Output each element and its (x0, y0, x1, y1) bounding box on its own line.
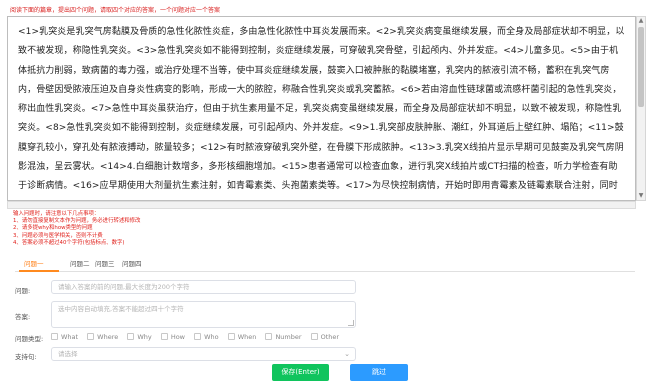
checkbox-icon (127, 333, 135, 340)
support-select-placeholder: 请选择 (58, 350, 78, 358)
checkbox-icon (87, 333, 95, 340)
type-option-number[interactable]: Number (265, 333, 302, 341)
question-label: 问题: (15, 287, 31, 295)
scroll-thumb[interactable] (638, 27, 644, 107)
answer-textarea[interactable]: 选中内容自动填充,答案不能超过四十个字符 (51, 301, 356, 328)
type-option-what[interactable]: What (51, 333, 78, 341)
type-option-other[interactable]: Other (310, 333, 339, 341)
answer-label: 答案: (15, 313, 31, 321)
checkbox-icon (194, 333, 202, 340)
type-option-when[interactable]: When (227, 333, 256, 341)
note-item: 4、答案必须不超过40个字符(包括标点、数字) (13, 239, 125, 246)
skip-button[interactable]: 跳过 (350, 364, 408, 381)
note-item: 3、问题必须与医学相关，否则不计费 (13, 232, 103, 239)
type-option-why[interactable]: Why (127, 333, 152, 341)
checkbox-icon (265, 333, 273, 340)
tab-question-1[interactable]: 问题一 (24, 258, 44, 268)
passage-vertical-scrollbar[interactable]: ▲ ▼ (636, 16, 646, 201)
tab-question-4[interactable]: 问题四 (122, 258, 142, 268)
checkbox-icon (51, 333, 58, 340)
tab-question-2[interactable]: 问题二 (70, 258, 90, 268)
save-button[interactable]: 保存(Enter) (272, 364, 329, 381)
answer-placeholder: 选中内容自动填充,答案不能超过四十个字符 (58, 305, 184, 313)
type-option-who[interactable]: Who (194, 333, 219, 341)
instruction-text: 阅读下面的篇章，提出四个问题，请取四个对应的答案，一个问题对应一个答案 (10, 7, 221, 14)
checkbox-icon (227, 333, 235, 340)
support-sentence-select[interactable]: 请选择 ⌄ (51, 347, 356, 361)
type-option-how[interactable]: How (160, 333, 185, 341)
question-type-group: What Where Why How Who When Number Other (51, 333, 346, 341)
passage-horizontal-scrollbar[interactable] (7, 201, 636, 209)
type-option-where[interactable]: Where (87, 333, 118, 341)
question-type-label: 问题类型: (15, 335, 44, 343)
chevron-down-icon: ⌄ (344, 350, 350, 358)
notes-block: 输入问题时，请注意以下几点事项： 1、请勿直接复制文本作为问题，务必进行转述和修… (13, 211, 140, 247)
question-tabs: 问题一 问题二 问题三 问题四 (15, 258, 635, 272)
scroll-down-icon[interactable]: ▼ (637, 192, 645, 200)
support-sentence-label: 支持句: (15, 353, 37, 361)
passage-text: <1>乳突炎是乳突气房黏膜及骨质的急性化脓性炎症，多由急性化脓性中耳炎发展而来。… (7, 16, 636, 201)
resize-grip-icon[interactable] (348, 320, 354, 326)
note-item: 2、请多提why和how类型的问题 (13, 225, 93, 232)
tab-question-3[interactable]: 问题三 (95, 258, 115, 268)
question-input[interactable]: 请输入答案的前的问题,最大长度为200个字符 (51, 280, 356, 294)
scroll-up-icon[interactable]: ▲ (637, 17, 645, 25)
checkbox-icon (310, 333, 318, 340)
active-tab-indicator (19, 270, 59, 272)
checkbox-icon (160, 333, 168, 340)
